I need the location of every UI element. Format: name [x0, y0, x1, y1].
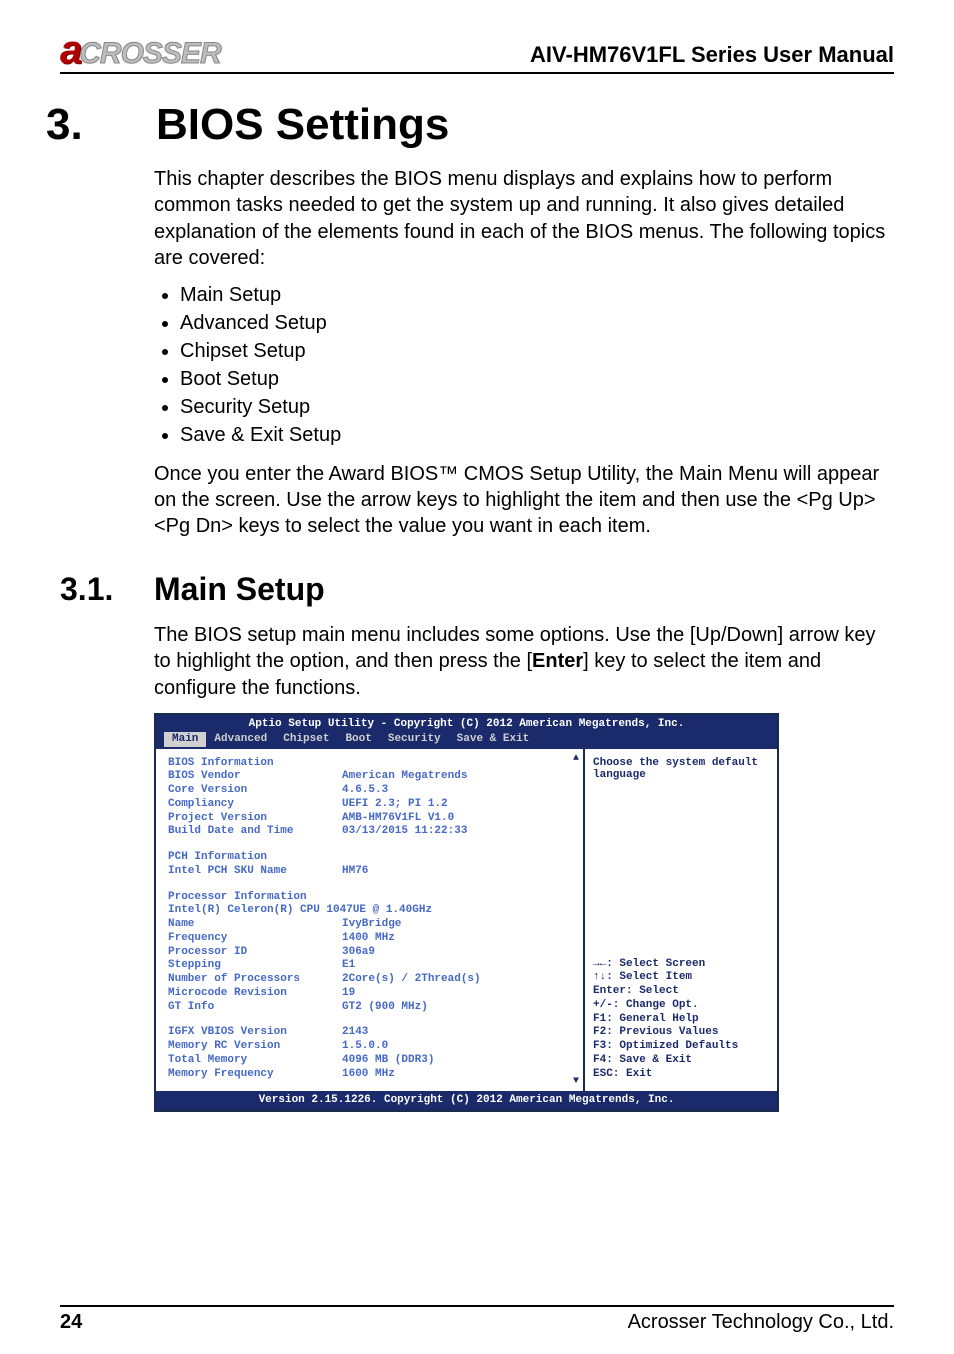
footer-company: Acrosser Technology Co., Ltd.	[628, 1311, 894, 1334]
bios-help-text: Choose the system default language	[593, 757, 771, 781]
bios-field-label: Processor ID	[168, 946, 342, 960]
bios-field-label: Name	[168, 918, 342, 932]
bios-version-bar: Version 2.15.1226. Copyright (C) 2012 Am…	[156, 1091, 777, 1110]
bios-field-label: Compliancy	[168, 798, 342, 812]
bios-cpu-line: Intel(R) Celeron(R) CPU 1047UE @ 1.40GHz	[168, 904, 432, 918]
brand-logo: a CROSSER	[60, 30, 221, 70]
bios-field-value: GT2 (900 MHz)	[342, 1001, 577, 1015]
bios-help-line: F4: Save & Exit	[593, 1054, 771, 1068]
bios-field-value: IvyBridge	[342, 918, 577, 932]
bios-field-value: 1.5.0.0	[342, 1040, 577, 1054]
bios-field-label: Number of Processors	[168, 973, 342, 987]
intro-paragraph-2: Once you enter the Award BIOS™ CMOS Setu…	[154, 461, 894, 540]
bios-help-line: Enter: Select	[593, 985, 771, 999]
bios-tab-chipset[interactable]: Chipset	[275, 732, 337, 747]
bios-tab-saveexit[interactable]: Save & Exit	[449, 732, 538, 747]
bios-field-value: HM76	[342, 865, 577, 879]
bios-field-label: IGFX VBIOS Version	[168, 1026, 342, 1040]
bios-tab-security[interactable]: Security	[380, 732, 449, 747]
bios-tab-boot[interactable]: Boot	[337, 732, 379, 747]
intro-paragraph: This chapter describes the BIOS menu dis…	[154, 166, 894, 272]
bios-field-value: UEFI 2.3; PI 1.2	[342, 798, 577, 812]
bios-help-line: →←: Select Screen	[593, 958, 771, 972]
list-item: Security Setup	[180, 396, 894, 419]
bios-tab-advanced[interactable]: Advanced	[206, 732, 275, 747]
list-item: Boot Setup	[180, 368, 894, 391]
list-item: Save & Exit Setup	[180, 424, 894, 447]
bios-section-header: BIOS Information	[168, 757, 342, 771]
bios-field-label: Core Version	[168, 784, 342, 798]
bios-section-header: Processor Information	[168, 891, 342, 905]
chapter-number: 3.	[46, 100, 156, 150]
bios-help-line: F2: Previous Values	[593, 1026, 771, 1040]
bios-field-label: Frequency	[168, 932, 342, 946]
bios-field-label: Memory Frequency	[168, 1068, 342, 1082]
bios-help-line: F1: General Help	[593, 1013, 771, 1027]
scroll-down-icon[interactable]: ▼	[573, 1076, 579, 1087]
subchapter-number: 3.1.	[60, 571, 154, 608]
bios-field-value: American Megatrends	[342, 770, 577, 784]
scroll-up-icon[interactable]: ▲	[573, 753, 579, 764]
subchapter-title: Main Setup	[154, 571, 325, 608]
bios-field-value: 1400 MHz	[342, 932, 577, 946]
bios-help-line: F3: Optimized Defaults	[593, 1040, 771, 1054]
bios-field-value: 4096 MB (DDR3)	[342, 1054, 577, 1068]
bios-field-value: 4.6.5.3	[342, 784, 577, 798]
bios-screenshot: Aptio Setup Utility - Copyright (C) 2012…	[154, 713, 779, 1112]
bios-help-line: ESC: Exit	[593, 1068, 771, 1082]
bios-field-label: GT Info	[168, 1001, 342, 1015]
bios-tab-main[interactable]: Main	[164, 732, 206, 747]
bios-field-label: Memory RC Version	[168, 1040, 342, 1054]
bios-field-value: 03/13/2015 11:22:33	[342, 825, 577, 839]
bios-field-value: E1	[342, 959, 577, 973]
manual-title: AIV-HM76V1FL Series User Manual	[530, 42, 894, 68]
bios-field-label: Stepping	[168, 959, 342, 973]
bios-field-value: 2143	[342, 1026, 577, 1040]
sub-paragraph: The BIOS setup main menu includes some o…	[154, 622, 894, 701]
bios-main-panel: ▲ BIOS Information BIOS VendorAmerican M…	[156, 749, 583, 1092]
chapter-title: BIOS Settings	[156, 100, 449, 150]
bios-field-label: Project Version	[168, 812, 342, 826]
bios-field-value: 19	[342, 987, 577, 1001]
bios-field-value: 1600 MHz	[342, 1068, 577, 1082]
list-item: Advanced Setup	[180, 312, 894, 335]
bios-field-label: BIOS Vendor	[168, 770, 342, 784]
bios-help-line: +/-: Change Opt.	[593, 999, 771, 1013]
bios-field-label: Intel PCH SKU Name	[168, 865, 342, 879]
enter-key-bold: Enter	[532, 650, 583, 672]
bios-utility-title: Aptio Setup Utility - Copyright (C) 2012…	[156, 717, 777, 732]
bios-tab-bar: Main Advanced Chipset Boot Security Save…	[156, 732, 777, 749]
bios-field-label: Microcode Revision	[168, 987, 342, 1001]
page-number: 24	[60, 1311, 82, 1334]
bios-field-label: Total Memory	[168, 1054, 342, 1068]
logo-red-letter: a	[60, 30, 81, 70]
bios-field-value: 306a9	[342, 946, 577, 960]
bios-help-line: ↑↓: Select Item	[593, 971, 771, 985]
bios-help-panel: Choose the system default language →←: S…	[583, 749, 777, 1092]
bios-section-header: PCH Information	[168, 851, 342, 865]
list-item: Chipset Setup	[180, 340, 894, 363]
bios-field-label: Build Date and Time	[168, 825, 342, 839]
list-item: Main Setup	[180, 284, 894, 307]
logo-gray-text: CROSSER	[79, 39, 220, 69]
bios-field-value: AMB-HM76V1FL V1.0	[342, 812, 577, 826]
bios-field-value: 2Core(s) / 2Thread(s)	[342, 973, 577, 987]
